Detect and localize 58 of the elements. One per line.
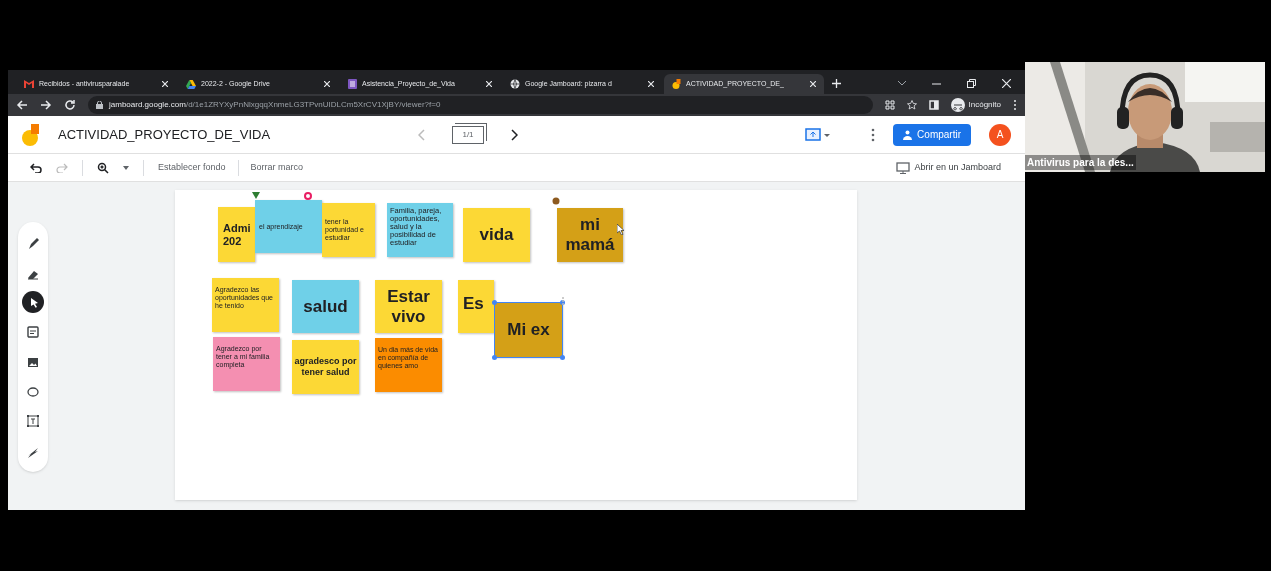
mail-icon — [24, 80, 34, 88]
close-icon[interactable] — [1002, 79, 1011, 88]
close-icon[interactable] — [162, 81, 168, 87]
pointer-icon[interactable] — [22, 291, 44, 314]
close-icon[interactable] — [324, 81, 330, 87]
person-icon — [903, 129, 913, 140]
next-frame-icon[interactable] — [510, 128, 518, 141]
share-button[interactable]: Compartir — [893, 123, 971, 146]
new-tab-icon[interactable] — [832, 79, 841, 88]
sticky-note[interactable]: Es — [458, 280, 494, 333]
location-marker-icon — [304, 192, 312, 200]
sticky-note[interactable]: mi mamá — [557, 208, 623, 262]
present-icon[interactable] — [805, 125, 832, 144]
back-icon[interactable] — [16, 99, 28, 111]
toolbar-button[interactable]: Borrar marco — [250, 160, 304, 175]
zoom-icon[interactable] — [97, 161, 109, 174]
frame-counter: 1/1 — [462, 128, 474, 141]
close-icon[interactable] — [810, 81, 816, 87]
restore-icon[interactable] — [967, 79, 976, 88]
close-icon[interactable] — [486, 81, 492, 87]
board-title: ACTIVIDAD_PROYECTO_DE_VIDA — [58, 125, 272, 144]
tab-search-icon[interactable] — [898, 81, 906, 86]
apps-icon[interactable] — [884, 100, 895, 110]
location-marker-icon — [252, 192, 260, 199]
more-options-icon[interactable] — [561, 296, 565, 306]
toolbar-button[interactable]: Establecer fondo — [158, 160, 226, 175]
open-in-jamboard-link[interactable]: Abrir en un Jamboard — [914, 160, 1001, 175]
participant-name: Antivirus para la des... — [1025, 155, 1136, 170]
globe-icon — [510, 79, 520, 89]
frame-selector[interactable]: 1/1 — [452, 125, 484, 144]
monitor-icon — [896, 161, 911, 174]
sticky-note[interactable]: salud — [292, 280, 359, 333]
form-icon — [348, 79, 357, 89]
sticky-note[interactable]: Mi ex — [495, 303, 562, 357]
mouse-cursor-icon — [617, 224, 625, 235]
dropdown-caret-icon[interactable] — [123, 165, 129, 170]
more-options-icon[interactable] — [871, 127, 876, 142]
menu-icon[interactable] — [1013, 99, 1017, 111]
undo-icon[interactable] — [30, 162, 42, 173]
close-icon[interactable] — [648, 81, 654, 87]
incognito-icon[interactable] — [950, 98, 965, 112]
jamboard-logo-icon — [22, 123, 40, 146]
star-icon[interactable] — [906, 100, 917, 110]
lock-icon — [96, 101, 103, 109]
sticky-note[interactable]: vida — [463, 208, 530, 262]
sticky-note[interactable]: Admi 202 — [218, 207, 255, 262]
sticky-note[interactable]: Estar vivo — [375, 280, 442, 333]
minimize-icon[interactable] — [932, 82, 941, 85]
jamboard-logo-icon — [672, 79, 681, 89]
side-panel-icon[interactable] — [928, 100, 939, 110]
location-marker-icon — [552, 197, 560, 205]
address-bar[interactable]: jamboard.google.com/d/1e1ZRYXyPnNlxgqqXnmeLG3TPvnUIDLCm5XrCV1XjBY/viewer?f=0 — [88, 96, 873, 114]
reload-icon[interactable] — [64, 99, 76, 111]
triangle-logo-icon — [186, 79, 196, 89]
forward-icon[interactable] — [40, 99, 52, 111]
sticky-note[interactable]: agradesco por tener salud — [292, 340, 359, 394]
url-text: jamboard.google.com/d/1e1ZRYXyPnNlxgqqXnmeLG3TPvnUIDLCm5XrCV1XjBY/viewer?f=0 — [109, 99, 441, 111]
profile-label: Incógnito — [968, 99, 1001, 111]
